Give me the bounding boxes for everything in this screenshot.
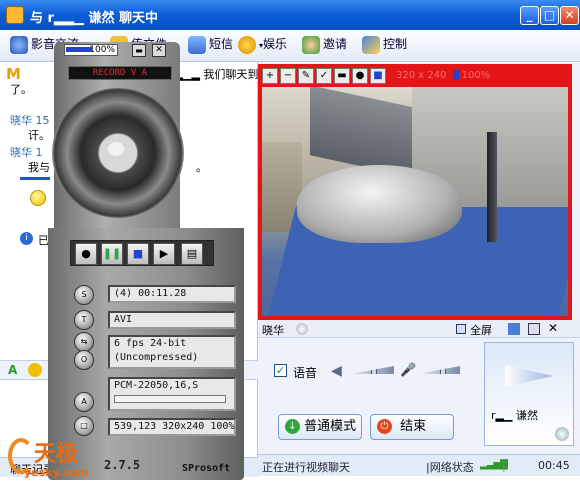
mic-slider-thumb[interactable] (440, 366, 447, 374)
voice-label: 语音 (293, 366, 318, 380)
recorder-minimize-button[interactable]: ▬ (132, 44, 146, 57)
speaker-volume-slider[interactable] (350, 366, 394, 374)
video-resolution: 320 x 240 (396, 70, 447, 81)
pen-shape (487, 132, 497, 242)
side-button-region[interactable]: □ (74, 416, 94, 436)
watermark-url: yesky.com (24, 466, 89, 479)
info-icon: i (20, 232, 33, 245)
status-text: 正在进行视频聊天 (262, 461, 350, 474)
close-video-icon[interactable]: ✕ (548, 321, 558, 335)
bar-button[interactable]: ▬ (334, 68, 350, 84)
arrow-down-icon: ↓ (285, 419, 300, 434)
status-bar: 正在进行视频聊天 |网络状态 ▂▃▅▇ | 00:45 (258, 454, 580, 476)
rec-play-button[interactable]: ▶ (153, 243, 175, 265)
webcam-icon (10, 35, 28, 54)
rec-record-button[interactable]: ● (75, 243, 97, 265)
record-status-display: RECORD V A (68, 66, 172, 80)
normal-mode-button[interactable]: ↓ 普通模式 (278, 414, 362, 440)
close-button[interactable]: ✕ (560, 6, 579, 25)
network-status-label: |网络状态 (426, 461, 474, 474)
watermark-logo: 天极 yesky.com (8, 434, 108, 482)
mcdonalds-icon: M (6, 65, 21, 83)
side-button-save[interactable]: S (74, 285, 94, 305)
playback-controls: ● ❚❚ ■ ▶ ▤ (70, 240, 214, 266)
app-icon (6, 6, 24, 24)
side-button-audio[interactable]: A (74, 392, 94, 412)
minimize-button[interactable]: _ (520, 6, 539, 25)
snapshot-icon[interactable] (508, 323, 520, 335)
invite-user-icon (302, 35, 320, 54)
remote-control-icon (362, 35, 380, 54)
screen-recorder-window: 100% ▬ ✕ RECORD V A ● ❚❚ ■ ▶ ▤ S T ⇆ O A… (48, 42, 244, 480)
window-titlebar: 与 r▂▂▁ 谦然 聊天中 _ □ ✕ (0, 0, 580, 30)
rec-stop-button[interactable]: ■ (127, 243, 149, 265)
video-info-display: 6 fps 24-bit (Uncompressed) (108, 335, 236, 369)
edit-button[interactable]: ✎ (298, 68, 314, 84)
voice-checkbox[interactable]: ✓ (274, 364, 287, 377)
recorder-version: 2.7.5 (104, 458, 141, 472)
side-button-timer[interactable]: T (74, 310, 94, 330)
chat-underline (20, 177, 50, 180)
stop-button[interactable]: ■ (370, 68, 386, 84)
record-time-display: (4) 00:11.28 (108, 285, 236, 303)
video-info-line2: (Uncompressed) (114, 352, 199, 363)
toolbar-item-invite[interactable]: 邀请 (302, 35, 347, 57)
audio-level-bar (114, 395, 226, 403)
fullscreen-icon (456, 324, 466, 334)
av-settings: ✓ 语音 ◀ 🎤 (258, 338, 482, 408)
end-call-button[interactable]: ⏻ 结束 (370, 414, 454, 440)
camera-small-icon (296, 323, 308, 335)
speaker-icon: ◀ (331, 363, 342, 379)
zoom-out-button[interactable]: − (280, 68, 296, 84)
power-icon: ⏻ (377, 419, 392, 434)
window-mode-icon[interactable] (528, 323, 540, 335)
self-camera-icon (555, 427, 569, 441)
emoticon-icon[interactable] (28, 363, 42, 377)
recorder-zoom: 100% (64, 44, 118, 56)
video-zoom: 100% (461, 70, 491, 81)
chat-msg2-text: 我与 (28, 161, 50, 174)
maximize-button[interactable]: □ (540, 6, 559, 25)
chat-msg2-nick: 晓华 1 (10, 146, 43, 159)
call-timer: 00:45 (538, 459, 570, 472)
remote-name: 晓华 (262, 324, 284, 337)
record-button[interactable]: ● (352, 68, 368, 84)
chat-msg1-text: 讦。 (28, 129, 50, 142)
rec-pause-button[interactable]: ❚❚ (101, 243, 123, 265)
font-icon[interactable]: A (8, 363, 17, 377)
toolbar-item-fun[interactable]: ▾娱乐 (238, 35, 287, 57)
rec-settings-button[interactable]: ▤ (181, 243, 203, 265)
check-button[interactable]: ✓ (316, 68, 332, 84)
toolbar-item-control[interactable]: 控制 (362, 35, 407, 57)
zoom-in-button[interactable]: + (262, 68, 278, 84)
video-controls: + − ✎ ✓ ▬ ● ■ 320 x 240 100% (262, 67, 568, 87)
fullscreen-button[interactable]: 全屏 (470, 322, 492, 338)
speaker-slider-thumb[interactable] (371, 366, 378, 374)
video-panel-bar: 晓华 全屏 ✕ (258, 320, 580, 338)
audio-info-text: PCM-22050,16,S (114, 380, 199, 391)
audio-info-display: PCM-22050,16,S (108, 377, 236, 411)
microphone-icon: 🎤 (400, 363, 417, 378)
chat-msg1-nick: 晓华 15 (10, 114, 50, 127)
capture-info-display: 539,123 320x240 100% (108, 418, 236, 436)
chat-line-2: 了。 (10, 83, 32, 96)
preview-placeholder-arrow (505, 365, 553, 387)
smiley-emoticon-icon (30, 190, 46, 206)
lens-highlight (108, 142, 124, 156)
side-button-options[interactable]: O (74, 350, 94, 370)
mic-volume-slider[interactable] (418, 366, 460, 374)
video-view (262, 87, 568, 316)
self-name: r▂▁ 谦然 (491, 409, 538, 422)
recorder-close-button[interactable]: ✕ (152, 44, 166, 57)
recorder-brand: SProsoft (182, 463, 231, 474)
side-button-swap[interactable]: ⇆ (74, 332, 94, 352)
self-preview: r▂▁ 谦然 (484, 342, 574, 446)
window-title: 与 r▂▂▁ 谦然 聊天中 (30, 11, 158, 26)
mouse-shape (297, 165, 462, 243)
format-display: AVI (108, 311, 236, 329)
watermark-brand: 天极 (34, 442, 79, 467)
video-info-line1: 6 fps 24-bit (114, 338, 187, 349)
